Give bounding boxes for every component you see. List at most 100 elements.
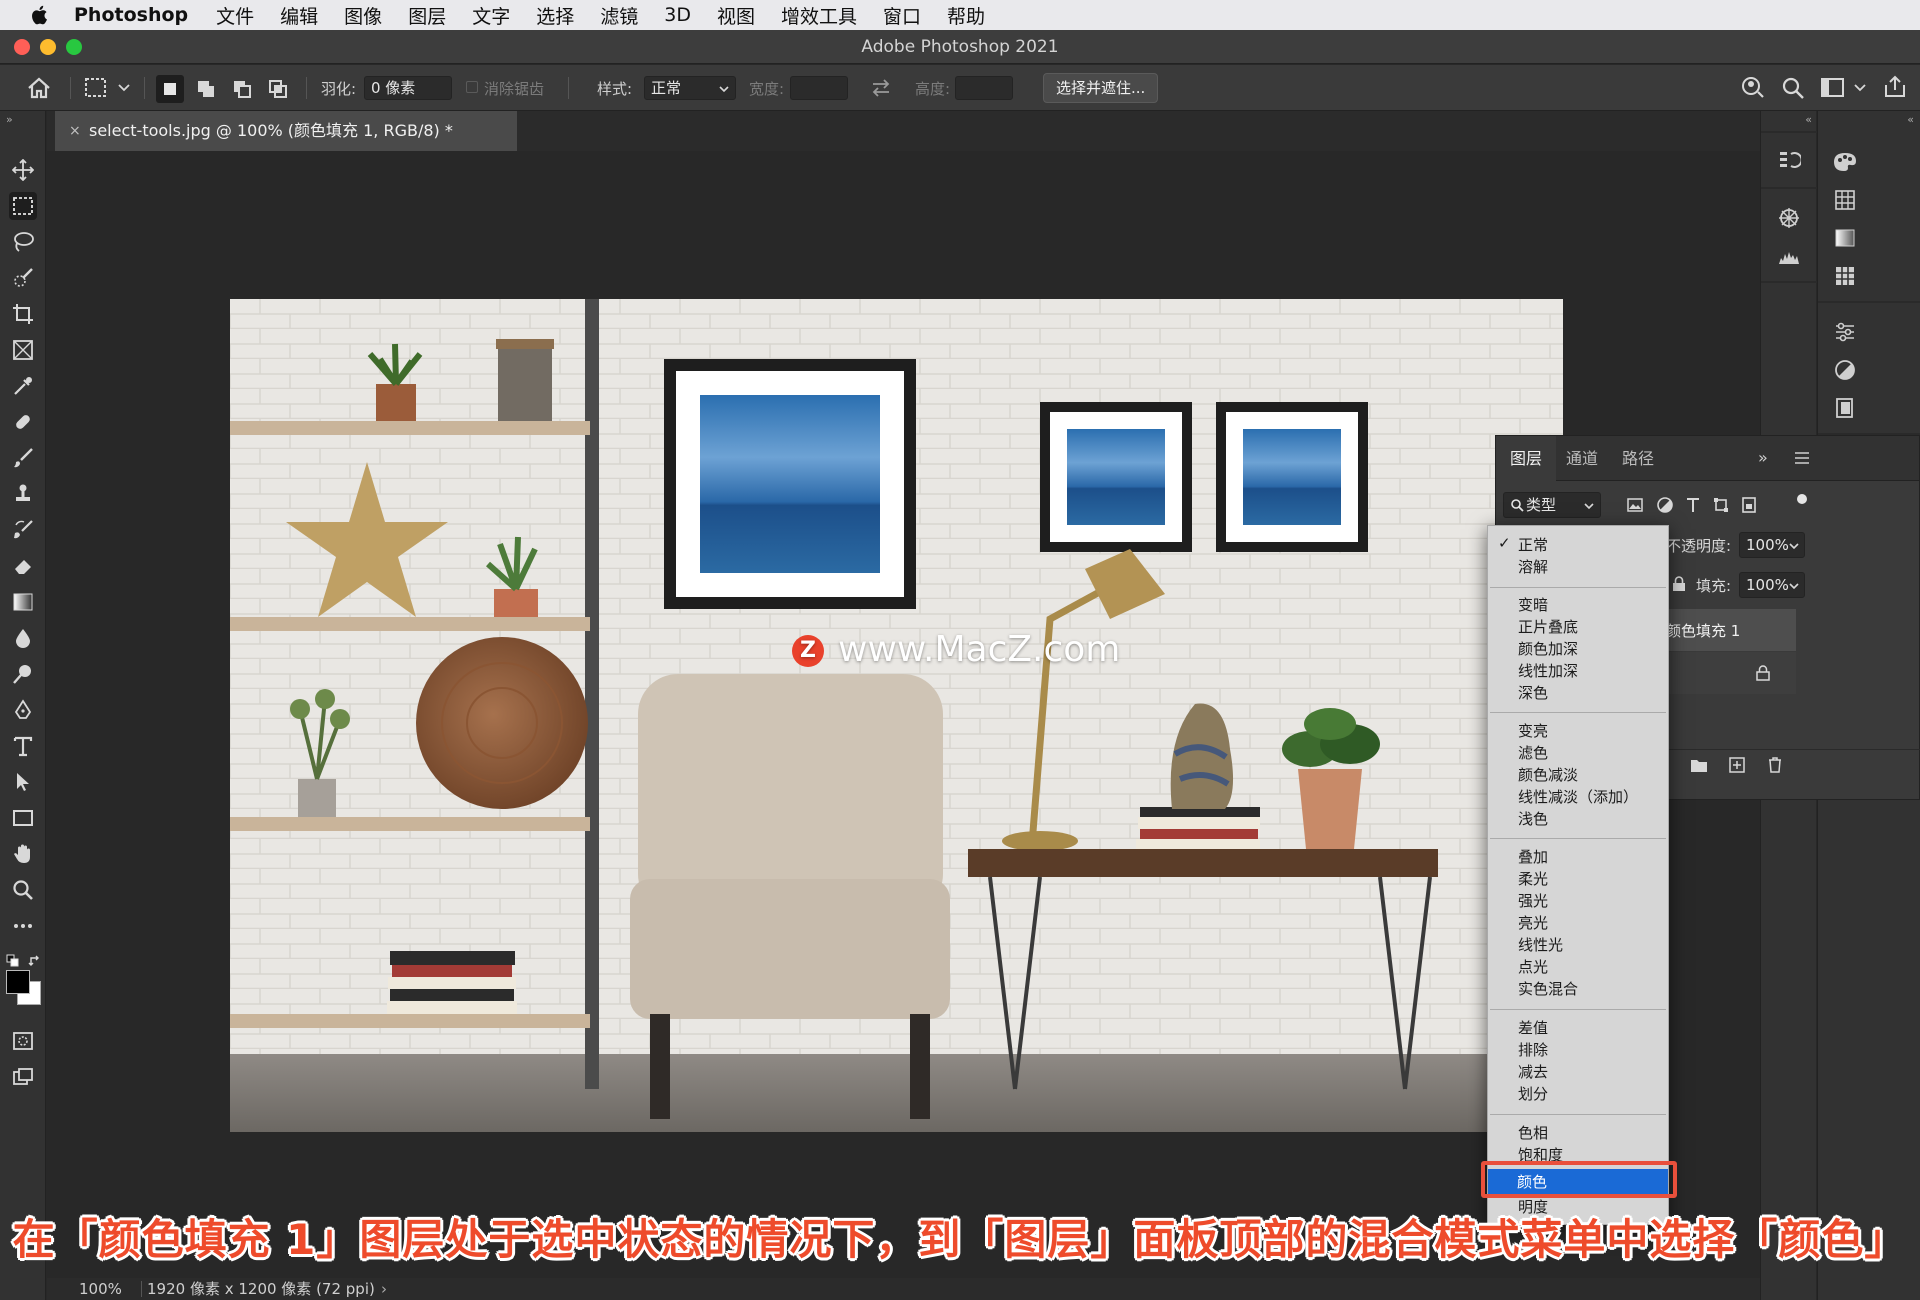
- blend-lighter-color[interactable]: 浅色: [1518, 808, 1548, 830]
- chevron-right-icon[interactable]: ›: [381, 1278, 387, 1300]
- menu-view[interactable]: 视图: [717, 2, 755, 29]
- color-panel-button[interactable]: [1830, 147, 1860, 177]
- blend-exclusion[interactable]: 排除: [1518, 1039, 1548, 1061]
- frame-tool[interactable]: [9, 336, 37, 364]
- blend-hue[interactable]: 色相: [1518, 1122, 1548, 1144]
- blend-color-dodge[interactable]: 颜色减淡: [1518, 764, 1578, 786]
- foreground-color-swatch[interactable]: [6, 970, 30, 994]
- blend-hard-light[interactable]: 强光: [1518, 890, 1548, 912]
- menu-select[interactable]: 选择: [536, 2, 574, 29]
- home-icon[interactable]: [26, 75, 52, 101]
- blend-hard-mix[interactable]: 实色混合: [1518, 978, 1578, 1000]
- menu-photoshop[interactable]: Photoshop: [74, 4, 188, 26]
- blend-difference[interactable]: 差值: [1518, 1017, 1548, 1039]
- rectangle-tool[interactable]: [9, 804, 37, 832]
- lock-icon[interactable]: [1672, 576, 1686, 592]
- new-selection-button[interactable]: [156, 75, 184, 103]
- chevron-down-icon[interactable]: [1854, 83, 1866, 93]
- new-layer-icon[interactable]: [1728, 756, 1746, 774]
- panel-menu-icon[interactable]: [1794, 451, 1810, 465]
- share-icon[interactable]: [1882, 74, 1908, 100]
- healing-brush-tool[interactable]: [9, 408, 37, 436]
- antialias-checkbox[interactable]: [466, 81, 478, 93]
- menu-image[interactable]: 图像: [344, 2, 382, 29]
- blend-color-burn[interactable]: 颜色加深: [1518, 638, 1578, 660]
- blend-darker-color[interactable]: 深色: [1518, 682, 1548, 704]
- move-tool[interactable]: [9, 156, 37, 184]
- more-tools[interactable]: [9, 912, 37, 940]
- history-brush-tool[interactable]: [9, 516, 37, 544]
- document-tab[interactable]: × select-tools.jpg @ 100% (颜色填充 1, RGB/8…: [55, 111, 517, 151]
- type-tool[interactable]: [9, 732, 37, 760]
- history-panel-button[interactable]: [1774, 145, 1804, 175]
- style-select[interactable]: 正常: [644, 76, 736, 100]
- select-and-mask-button[interactable]: 选择并遮住...: [1043, 73, 1159, 103]
- histogram-panel-button[interactable]: [1774, 241, 1804, 271]
- eyedropper-tool[interactable]: [9, 372, 37, 400]
- clone-stamp-tool[interactable]: [9, 480, 37, 508]
- collapse-dock-icon[interactable]: «: [1805, 113, 1812, 126]
- quick-mask-button[interactable]: [9, 1027, 37, 1055]
- smart-object-filter-icon[interactable]: [1740, 496, 1758, 514]
- zoom-tool[interactable]: [9, 876, 37, 904]
- filter-toggle[interactable]: [1797, 494, 1807, 504]
- blend-multiply[interactable]: 正片叠底: [1518, 616, 1578, 638]
- blend-linear-burn[interactable]: 线性加深: [1518, 660, 1578, 682]
- menu-3d[interactable]: 3D: [664, 4, 691, 26]
- quick-selection-tool[interactable]: [9, 264, 37, 292]
- workspace-icon[interactable]: [1820, 77, 1846, 99]
- blend-soft-light[interactable]: 柔光: [1518, 868, 1548, 890]
- swatches-panel-button[interactable]: [1830, 185, 1860, 215]
- lasso-tool[interactable]: [9, 228, 37, 256]
- subtract-from-selection-icon[interactable]: [228, 75, 256, 103]
- delete-layer-icon[interactable]: [1766, 756, 1784, 774]
- collapse-toolbar-icon[interactable]: »: [6, 113, 13, 126]
- type-filter-icon[interactable]: [1684, 496, 1702, 514]
- search-icon[interactable]: [1780, 75, 1806, 101]
- menu-edit[interactable]: 编辑: [280, 2, 318, 29]
- height-input[interactable]: [955, 76, 1013, 100]
- swap-colors-icon[interactable]: [28, 954, 42, 968]
- eraser-tool[interactable]: [9, 552, 37, 580]
- menu-type[interactable]: 文字: [472, 2, 510, 29]
- opacity-input[interactable]: 100%: [1739, 532, 1805, 558]
- intersect-selection-icon[interactable]: [264, 75, 292, 103]
- blend-pin-light[interactable]: 点光: [1518, 956, 1548, 978]
- marquee-preset-icon[interactable]: [84, 77, 108, 99]
- crop-tool[interactable]: [9, 300, 37, 328]
- swap-icon[interactable]: [870, 78, 892, 98]
- menu-file[interactable]: 文件: [216, 2, 254, 29]
- properties-panel-button[interactable]: [1830, 355, 1860, 385]
- adjustments-panel-button[interactable]: [1830, 317, 1860, 347]
- menu-help[interactable]: 帮助: [947, 2, 985, 29]
- menu-filter[interactable]: 滤镜: [600, 2, 638, 29]
- tab-layers[interactable]: 图层: [1496, 436, 1557, 481]
- marquee-tool[interactable]: [9, 192, 37, 220]
- chevron-down-icon[interactable]: [118, 83, 130, 93]
- new-group-icon[interactable]: [1690, 757, 1708, 773]
- layer-name[interactable]: 颜色填充 1: [1666, 620, 1740, 641]
- libraries-panel-button[interactable]: [1830, 393, 1860, 423]
- blend-linear-dodge[interactable]: 线性减淡（添加）: [1518, 786, 1638, 808]
- dodge-tool[interactable]: [9, 660, 37, 688]
- blend-dissolve[interactable]: 溶解: [1518, 556, 1548, 578]
- document-image[interactable]: [230, 299, 1563, 1132]
- zoom-level[interactable]: 100%: [79, 1278, 122, 1300]
- menu-window[interactable]: 窗口: [883, 2, 921, 29]
- default-colors-icon[interactable]: [6, 954, 20, 968]
- tab-paths[interactable]: 路径: [1608, 436, 1668, 481]
- hand-tool[interactable]: [9, 840, 37, 868]
- menu-plugins[interactable]: 增效工具: [781, 2, 857, 29]
- shape-filter-icon[interactable]: [1712, 496, 1730, 514]
- adjustment-filter-icon[interactable]: [1656, 496, 1674, 514]
- blend-divide[interactable]: 划分: [1518, 1083, 1548, 1105]
- navigator-panel-button[interactable]: [1774, 203, 1804, 233]
- feather-input[interactable]: 0 像素: [364, 76, 452, 100]
- blur-tool[interactable]: [9, 624, 37, 652]
- pen-tool[interactable]: [9, 696, 37, 724]
- blend-overlay[interactable]: 叠加: [1518, 846, 1548, 868]
- blend-lighten[interactable]: 变亮: [1518, 720, 1548, 742]
- close-tab-icon[interactable]: ×: [69, 111, 81, 151]
- pixel-filter-icon[interactable]: [1626, 496, 1644, 514]
- learn-icon[interactable]: [1740, 75, 1766, 101]
